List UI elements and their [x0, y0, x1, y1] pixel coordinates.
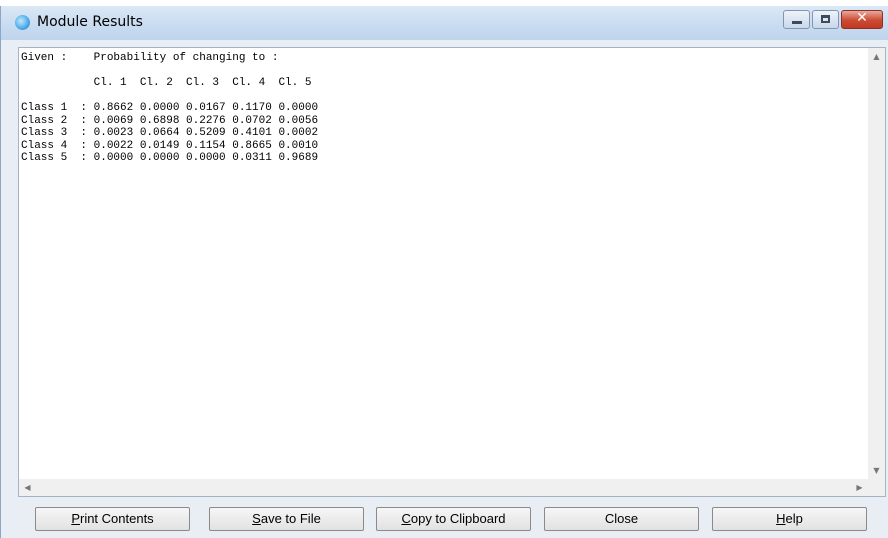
close-window-button[interactable]: ✕: [841, 10, 883, 29]
results-output[interactable]: Given : Probability of changing to : Cl.…: [21, 52, 865, 478]
minimize-button[interactable]: [783, 10, 810, 29]
scrollbar-corner: [868, 479, 885, 496]
scroll-up-icon[interactable]: ▲: [868, 48, 885, 65]
maximize-button[interactable]: [812, 10, 839, 29]
title-bar[interactable]: Module Results ✕: [1, 6, 888, 40]
minimize-icon: [792, 21, 802, 24]
help-button[interactable]: Help: [712, 507, 867, 531]
copy-to-clipboard-button[interactable]: Copy to Clipboard: [376, 507, 531, 531]
module-results-window: Module Results ✕ Given : Probability of …: [0, 6, 888, 538]
scroll-right-icon[interactable]: ▶: [851, 479, 868, 496]
results-text-area[interactable]: Given : Probability of changing to : Cl.…: [18, 47, 886, 497]
print-contents-button[interactable]: Print Contents: [35, 507, 190, 531]
close-button[interactable]: Close: [544, 507, 699, 531]
vertical-scrollbar[interactable]: ▲ ▼: [868, 48, 885, 479]
window-title: Module Results: [37, 14, 143, 30]
save-to-file-button[interactable]: Save to File: [209, 507, 364, 531]
window-controls: ✕: [781, 10, 883, 30]
scroll-down-icon[interactable]: ▼: [868, 462, 885, 479]
maximize-icon: [821, 15, 830, 23]
horizontal-scrollbar[interactable]: ◀ ▶: [19, 479, 868, 496]
close-icon: ✕: [856, 10, 868, 26]
app-icon: [15, 15, 30, 30]
scroll-left-icon[interactable]: ◀: [19, 479, 36, 496]
